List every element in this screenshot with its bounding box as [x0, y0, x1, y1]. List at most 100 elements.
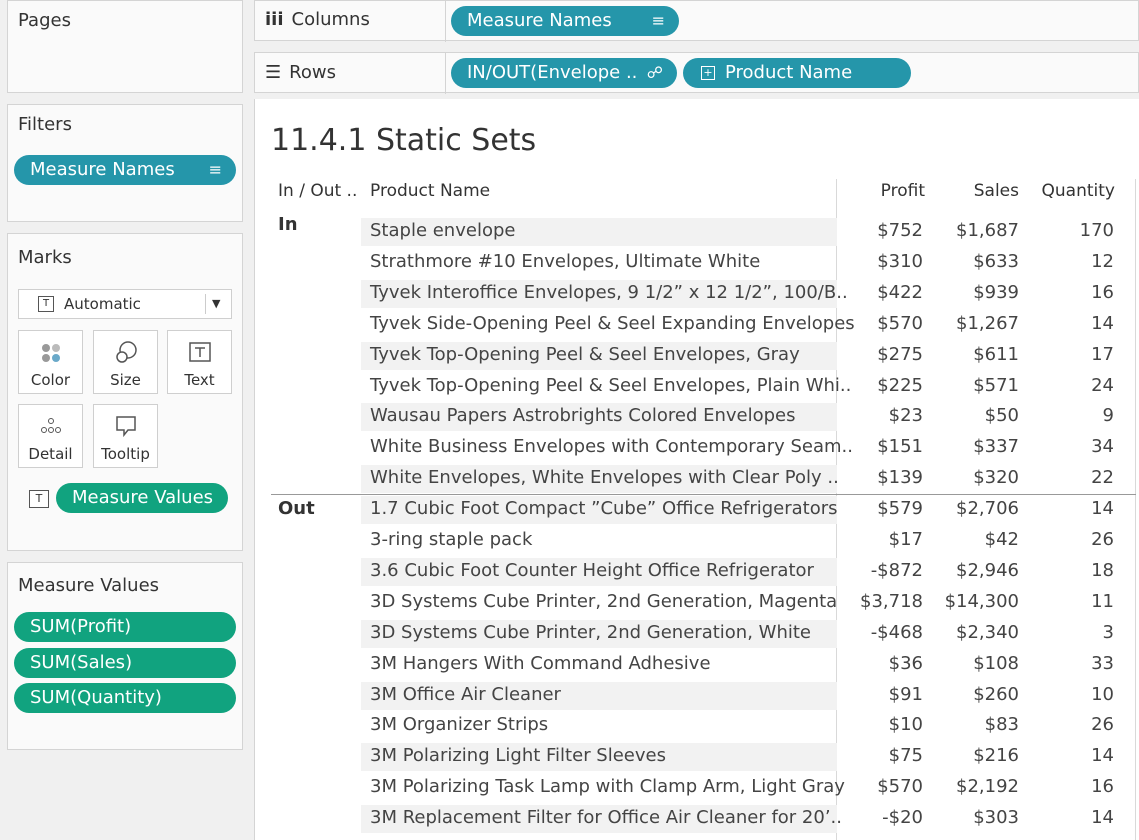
- sales-cell[interactable]: $2,192: [931, 776, 1019, 797]
- header-product-name[interactable]: Product Name: [370, 181, 490, 201]
- measure-pill-quantity[interactable]: SUM(Quantity): [14, 683, 236, 713]
- quantity-cell[interactable]: 14: [1027, 807, 1114, 828]
- sales-cell[interactable]: $303: [931, 807, 1019, 828]
- profit-cell[interactable]: $422: [845, 282, 923, 303]
- profit-cell[interactable]: $75: [845, 745, 923, 766]
- quantity-cell[interactable]: 18: [1027, 560, 1114, 581]
- color-button[interactable]: Color: [18, 330, 83, 394]
- profit-cell[interactable]: $570: [845, 776, 923, 797]
- profit-cell[interactable]: $752: [845, 220, 923, 241]
- quantity-cell[interactable]: 170: [1027, 220, 1114, 241]
- sales-cell[interactable]: $571: [931, 375, 1019, 396]
- quantity-cell[interactable]: 14: [1027, 313, 1114, 334]
- sales-cell[interactable]: $611: [931, 344, 1019, 365]
- measure-pill-profit[interactable]: SUM(Profit): [14, 612, 236, 642]
- quantity-cell[interactable]: 26: [1027, 714, 1114, 735]
- product-name-cell[interactable]: 3M Polarizing Task Lamp with Clamp Arm, …: [370, 776, 845, 797]
- pages-panel[interactable]: Pages: [7, 0, 243, 93]
- profit-cell[interactable]: $310: [845, 251, 923, 272]
- profit-cell[interactable]: -$872: [845, 560, 923, 581]
- mark-type-dropdown[interactable]: T Automatic ▼: [18, 289, 232, 319]
- quantity-cell[interactable]: 22: [1027, 467, 1114, 488]
- rows-pill-product-name[interactable]: + Product Name: [683, 58, 911, 88]
- profit-cell[interactable]: $570: [845, 313, 923, 334]
- product-name-cell[interactable]: White Business Envelopes with Contempora…: [370, 436, 853, 457]
- tooltip-button[interactable]: Tooltip: [93, 404, 158, 468]
- product-name-cell[interactable]: Tyvek Interoffice Envelopes, 9 1/2” x 12…: [370, 282, 848, 303]
- product-name-cell[interactable]: 3D Systems Cube Printer, 2nd Generation,…: [370, 622, 811, 643]
- product-name-cell[interactable]: 3M Office Air Cleaner: [370, 684, 561, 705]
- profit-cell[interactable]: $151: [845, 436, 923, 457]
- sales-cell[interactable]: $216: [931, 745, 1019, 766]
- rows-pill-in-out-set[interactable]: IN/OUT(Envelope .. ☍: [451, 58, 677, 88]
- quantity-cell[interactable]: 3: [1027, 622, 1114, 643]
- product-name-cell[interactable]: Tyvek Side-Opening Peel & Seel Expanding…: [370, 313, 855, 334]
- quantity-cell[interactable]: 34: [1027, 436, 1114, 457]
- filters-panel[interactable]: Filters Measure Names ≡: [7, 104, 243, 222]
- profit-cell[interactable]: $23: [845, 405, 923, 426]
- sales-cell[interactable]: $939: [931, 282, 1019, 303]
- header-in-out[interactable]: In / Out ..: [278, 181, 357, 201]
- product-name-cell[interactable]: Tyvek Top-Opening Peel & Seel Envelopes,…: [370, 375, 851, 396]
- profit-cell[interactable]: $91: [845, 684, 923, 705]
- marks-pill-measure-values[interactable]: Measure Values: [56, 483, 228, 513]
- product-name-cell[interactable]: 3-ring staple pack: [370, 529, 532, 550]
- quantity-cell[interactable]: 16: [1027, 282, 1114, 303]
- viz-area[interactable]: 11.4.1 Static Sets In / Out .. Product N…: [254, 99, 1139, 840]
- product-name-cell[interactable]: 3M Organizer Strips: [370, 714, 548, 735]
- product-name-cell[interactable]: White Envelopes, White Envelopes with Cl…: [370, 467, 839, 488]
- quantity-cell[interactable]: 10: [1027, 684, 1114, 705]
- sales-cell[interactable]: $260: [931, 684, 1019, 705]
- sales-cell[interactable]: $337: [931, 436, 1019, 457]
- sales-cell[interactable]: $14,300: [931, 591, 1019, 612]
- size-button[interactable]: Size: [93, 330, 158, 394]
- sales-cell[interactable]: $83: [931, 714, 1019, 735]
- quantity-cell[interactable]: 26: [1027, 529, 1114, 550]
- product-name-cell[interactable]: Staple envelope: [370, 220, 515, 241]
- measure-pill-sales[interactable]: SUM(Sales): [14, 648, 236, 678]
- quantity-cell[interactable]: 14: [1027, 498, 1114, 519]
- text-button[interactable]: Text: [167, 330, 232, 394]
- profit-cell[interactable]: $36: [845, 653, 923, 674]
- product-name-cell[interactable]: 3M Polarizing Light Filter Sleeves: [370, 745, 666, 766]
- sales-cell[interactable]: $320: [931, 467, 1019, 488]
- product-name-cell[interactable]: Tyvek Top-Opening Peel & Seel Envelopes,…: [370, 344, 800, 365]
- product-name-cell[interactable]: 1.7 Cubic Foot Compact ”Cube” Office Ref…: [370, 498, 838, 519]
- profit-cell[interactable]: $579: [845, 498, 923, 519]
- product-name-cell[interactable]: 3M Replacement Filter for Office Air Cle…: [370, 807, 842, 828]
- quantity-cell[interactable]: 9: [1027, 405, 1114, 426]
- quantity-cell[interactable]: 12: [1027, 251, 1114, 272]
- quantity-cell[interactable]: 33: [1027, 653, 1114, 674]
- group-label[interactable]: In: [278, 214, 298, 235]
- sales-cell[interactable]: $42: [931, 529, 1019, 550]
- rows-shelf[interactable]: ☰ Rows IN/OUT(Envelope .. ☍ + Product Nam…: [254, 52, 1139, 94]
- sales-cell[interactable]: $50: [931, 405, 1019, 426]
- quantity-cell[interactable]: 16: [1027, 776, 1114, 797]
- product-name-cell[interactable]: Strathmore #10 Envelopes, Ultimate White: [370, 251, 760, 272]
- sales-cell[interactable]: $2,946: [931, 560, 1019, 581]
- product-name-cell[interactable]: 3M Hangers With Command Adhesive: [370, 653, 711, 674]
- sales-cell[interactable]: $2,340: [931, 622, 1019, 643]
- profit-cell[interactable]: $275: [845, 344, 923, 365]
- detail-button[interactable]: Detail: [18, 404, 83, 468]
- header-profit[interactable]: Profit: [847, 181, 925, 201]
- columns-shelf[interactable]: iii Columns Measure Names ≡: [254, 0, 1139, 42]
- profit-cell[interactable]: $225: [845, 375, 923, 396]
- sales-cell[interactable]: $1,687: [931, 220, 1019, 241]
- profit-cell[interactable]: $17: [845, 529, 923, 550]
- profit-cell[interactable]: -$20: [845, 807, 923, 828]
- quantity-cell[interactable]: 14: [1027, 745, 1114, 766]
- measure-values-panel[interactable]: Measure Values SUM(Profit) SUM(Sales) SU…: [7, 562, 243, 750]
- chevron-down-icon[interactable]: ▼: [212, 290, 220, 318]
- quantity-cell[interactable]: 24: [1027, 375, 1114, 396]
- product-name-cell[interactable]: 3D Systems Cube Printer, 2nd Generation,…: [370, 591, 837, 612]
- profit-cell[interactable]: -$468: [845, 622, 923, 643]
- quantity-cell[interactable]: 17: [1027, 344, 1114, 365]
- profit-cell[interactable]: $3,718: [845, 591, 923, 612]
- sales-cell[interactable]: $2,706: [931, 498, 1019, 519]
- columns-pill-measure-names[interactable]: Measure Names ≡: [451, 6, 679, 36]
- profit-cell[interactable]: $139: [845, 467, 923, 488]
- sales-cell[interactable]: $1,267: [931, 313, 1019, 334]
- quantity-cell[interactable]: 11: [1027, 591, 1114, 612]
- header-sales[interactable]: Sales: [935, 181, 1019, 201]
